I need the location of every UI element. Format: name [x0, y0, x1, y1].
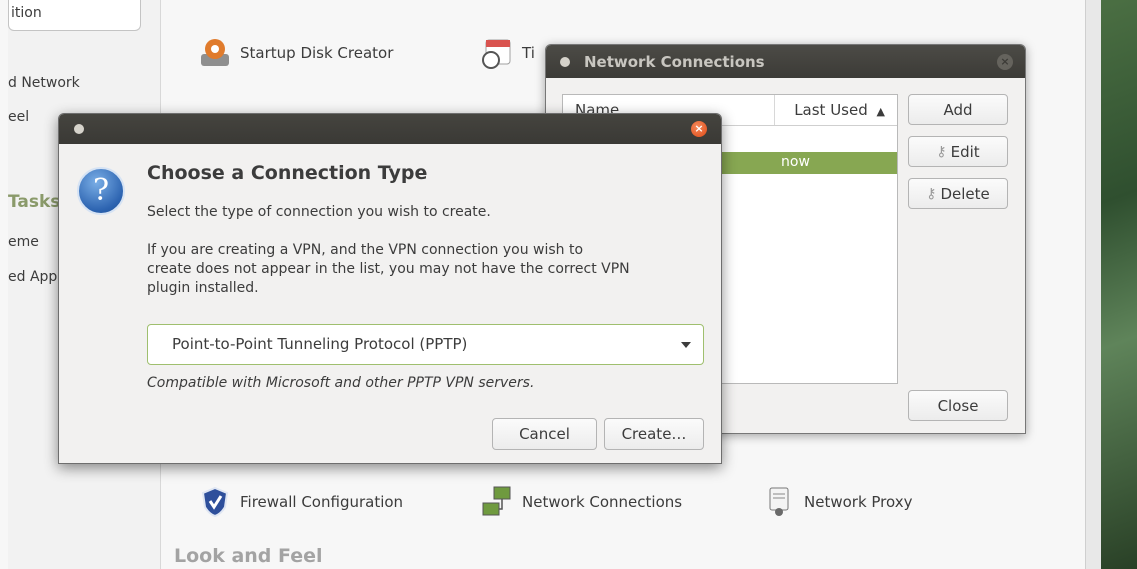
key-icon: ⚷: [936, 143, 947, 160]
network-connections-titlebar[interactable]: Network Connections ×: [546, 45, 1025, 78]
desktop-wallpaper: [1101, 0, 1137, 569]
window-edge: [1085, 0, 1101, 569]
app-label: Firewall Configuration: [240, 493, 404, 511]
close-label: Close: [937, 396, 979, 415]
edit-label: Edit: [950, 142, 980, 161]
dialog-subtitle: Select the type of connection you wish t…: [147, 204, 491, 220]
connection-type-value: Point-to-Point Tunneling Protocol (PPTP): [172, 335, 468, 353]
dialog-info-line-1: If you are creating a VPN, and the VPN c…: [147, 242, 584, 258]
create-button[interactable]: Create…: [604, 418, 704, 450]
network-proxy-icon: [769, 487, 789, 516]
section-title-look-and-feel: Look and Feel: [174, 545, 323, 567]
app-time-and-date[interactable]: Ti: [480, 36, 535, 70]
sort-ascending-icon: ▲: [876, 105, 885, 118]
app-label: Network Connections: [522, 493, 683, 511]
app-network-connections[interactable]: Network Connections: [480, 485, 682, 519]
add-button[interactable]: Add: [908, 94, 1008, 125]
window-menu-dot-icon[interactable]: [74, 124, 84, 134]
app-label: Startup Disk Creator: [240, 44, 394, 62]
close-button[interactable]: Close: [908, 390, 1008, 421]
close-icon[interactable]: ×: [691, 121, 707, 137]
calendar-clock-icon: [482, 39, 511, 69]
sidebar-item-network[interactable]: d Network: [8, 75, 158, 91]
key-icon: ⚷: [926, 185, 937, 202]
cancel-button[interactable]: Cancel: [492, 418, 597, 450]
question-icon: ?: [77, 167, 125, 215]
startup-disk-icon: [201, 39, 229, 66]
app-label: Ti: [522, 44, 535, 62]
close-icon[interactable]: ×: [997, 54, 1013, 70]
dialog-heading: Choose a Connection Type: [147, 162, 428, 184]
column-header-last-used-label: Last Used: [794, 101, 868, 119]
edit-button[interactable]: ⚷ Edit: [908, 136, 1008, 167]
network-connections-icon: [482, 486, 511, 516]
connection-type-select[interactable]: Point-to-Point Tunneling Protocol (PPTP): [147, 324, 704, 365]
app-firewall-configuration[interactable]: Firewall Configuration: [198, 485, 403, 519]
app-network-proxy[interactable]: Network Proxy: [762, 485, 913, 519]
cancel-label: Cancel: [519, 425, 570, 443]
delete-button[interactable]: ⚷ Delete: [908, 178, 1008, 209]
delete-label: Delete: [940, 184, 990, 203]
window-menu-dot-icon[interactable]: [560, 56, 570, 67]
connection-type-hint: Compatible with Microsoft and other PPTP…: [147, 375, 535, 391]
search-input[interactable]: ition: [8, 0, 141, 31]
column-header-last-used[interactable]: Last Used ▲: [775, 95, 897, 125]
app-label: Network Proxy: [804, 493, 913, 511]
dialog-titlebar[interactable]: ×: [59, 114, 721, 144]
dialog-info-line-2: create does not appear in the list, you …: [147, 261, 630, 277]
shield-icon: [201, 486, 229, 518]
add-label: Add: [943, 100, 973, 119]
choose-connection-type-dialog: × ? Choose a Connection Type Select the …: [58, 113, 722, 464]
chevron-down-icon: [681, 342, 691, 348]
app-startup-disk-creator[interactable]: Startup Disk Creator: [198, 36, 393, 70]
row-last-used: now: [781, 154, 810, 170]
dialog-info-line-3: plugin installed.: [147, 280, 259, 296]
sidebar-heading-tasks: Tasks: [8, 192, 61, 212]
window-title: Network Connections: [584, 52, 765, 71]
create-label: Create…: [621, 425, 687, 443]
